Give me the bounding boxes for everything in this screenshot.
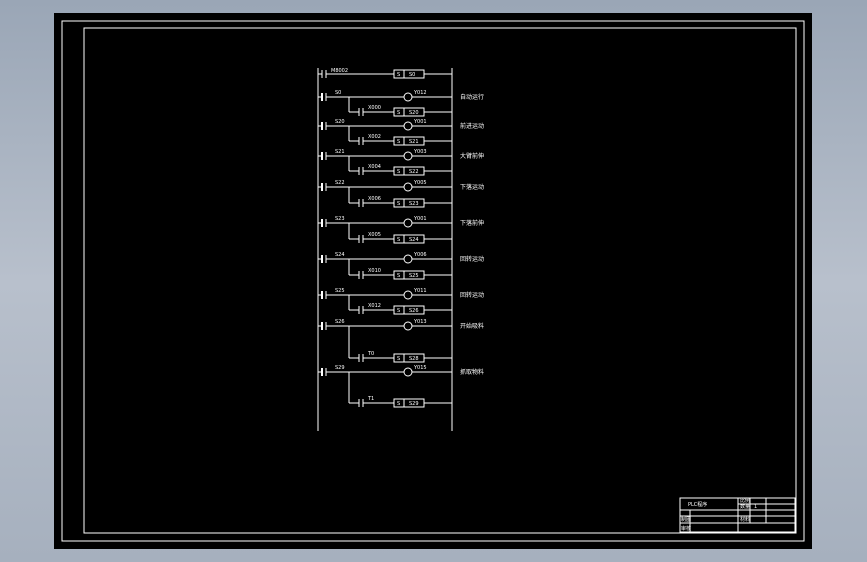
title-block-name: PLC程序	[688, 501, 707, 508]
ladder-program: M8002 S S0 S0 Y012 自动运行 X000 S S20 S20 Y001 前进运动 X00…	[317, 68, 484, 431]
title-block-cell-drafter: 制图	[681, 516, 691, 523]
rung-7-set-step: S26	[409, 308, 419, 314]
rung-9-set-set-letter: S	[397, 401, 400, 407]
rung-1-stl-bar-a	[321, 93, 323, 101]
rung-4-step-label: S22	[335, 180, 345, 186]
rung-9-step-label: S29	[335, 365, 345, 371]
rung-8-step-label: S26	[335, 319, 345, 325]
rung-5-coil	[403, 218, 413, 228]
rung-3-transition-label: X004	[368, 164, 381, 170]
title-block-cell-material: 材料	[740, 516, 750, 523]
rung-5-step-label: S23	[335, 216, 345, 222]
outer-frame	[61, 20, 805, 542]
rung-8-stl-bar-a	[321, 322, 323, 330]
rung-3-step-label: S21	[335, 149, 345, 155]
rung-7-comment: 回转运动	[460, 291, 484, 299]
rung-1-transition-label: X000	[368, 105, 381, 111]
rung-8-comment: 开始吸料	[460, 322, 484, 330]
rung-2-coil	[403, 121, 413, 131]
rung-2-transition-label: X002	[368, 134, 381, 140]
rung-8-set-step: S28	[409, 356, 419, 362]
rung-8-transition-label: T0	[367, 351, 374, 357]
rung-7-set-set-letter: S	[397, 308, 400, 314]
rung-6-comment: 回转运动	[460, 255, 484, 263]
rung-5-set-set-letter: S	[397, 237, 400, 243]
rung-4-coil	[403, 182, 413, 192]
rung-9-coil	[403, 367, 413, 377]
rung-4-set-set-letter: S	[397, 201, 400, 207]
rung-2-set-set-letter: S	[397, 139, 400, 145]
rung-7-coil	[403, 290, 413, 300]
rung-5-transition-label: X005	[368, 232, 381, 238]
rung-6-set-step: S25	[409, 273, 419, 279]
title-block-cell-checker: 审核	[681, 525, 691, 532]
rung-4-output-label: Y005	[413, 180, 427, 186]
rung-8-coil	[403, 321, 413, 331]
rung-2-output-label: Y001	[413, 119, 427, 125]
rung-7-step-label: S25	[335, 288, 345, 294]
rung-6-output-label: Y006	[413, 252, 427, 258]
rung-9-comment: 抓取物料	[460, 368, 484, 376]
rung-6-stl-bar-a	[321, 255, 323, 263]
rung-3-comment: 大臂前伸	[460, 152, 484, 160]
rung-2-step-label: S20	[335, 119, 345, 125]
rung-3-set-step: S22	[409, 169, 419, 175]
rung-6-transition-label: X010	[368, 268, 381, 274]
rung-9-set-step: S29	[409, 401, 419, 407]
rung-4-set-step: S23	[409, 201, 419, 207]
title-block-cell-qty: 数量	[740, 503, 750, 510]
rung-3-set-set-letter: S	[397, 169, 400, 175]
rung-3-stl-bar-a	[321, 152, 323, 160]
rung-1-step-label: S0	[335, 90, 341, 96]
rung-4-stl-bar-a	[321, 183, 323, 191]
rung-1-set-set-letter: S	[397, 110, 400, 116]
rung-2-set-step: S21	[409, 139, 419, 145]
rung-1-output-label: Y012	[413, 90, 427, 96]
rung-1-set-step: S20	[409, 110, 419, 116]
rung-2-comment: 前进运动	[460, 122, 484, 130]
rung-9-output-label: Y015	[413, 365, 427, 371]
title-block-cell-scale: 比例	[740, 497, 750, 504]
rung-5-stl-bar-a	[321, 219, 323, 227]
rung-9-transition-label: T1	[367, 396, 374, 402]
title-block-cell-scale-value: 1	[754, 504, 757, 510]
drawing-sheet: M8002 S S0 S0 Y012 自动运行 X000 S S20 S20 Y001 前进运动 X00…	[54, 13, 812, 549]
rung-4-transition-label: X006	[368, 196, 381, 202]
title-block: PLC程序 比例 1 数量 材料 制图 审核	[679, 497, 796, 533]
rung-7-output-label: Y011	[413, 288, 427, 294]
rung-5-comment: 下落前伸	[460, 219, 484, 227]
rung-6-step-label: S24	[335, 252, 345, 258]
rung-8-output-label: Y013	[413, 319, 427, 325]
rung-4-comment: 下落运动	[460, 183, 484, 191]
start-contact-label: M8002	[331, 68, 348, 74]
rung-1-comment: 自动运行	[460, 93, 484, 101]
rung-6-set-set-letter: S	[397, 273, 400, 279]
ladder-diagram: M8002 S S0 S0 Y012 自动运行 X000 S S20 S20 Y001 前进运动 X00…	[61, 20, 805, 542]
rung-8-set-set-letter: S	[397, 356, 400, 362]
rung-3-coil	[403, 151, 413, 161]
rung-2-stl-bar-a	[321, 122, 323, 130]
rung-1-coil	[403, 92, 413, 102]
rung-7-stl-bar-a	[321, 291, 323, 299]
rung-6-coil	[403, 254, 413, 264]
rung-7-transition-label: X012	[368, 303, 381, 309]
start-set-set-letter: S	[397, 72, 400, 78]
rung-5-output-label: Y001	[413, 216, 427, 222]
start-set-step: S0	[409, 72, 415, 78]
rung-3-output-label: Y003	[413, 149, 427, 155]
inner-frame	[83, 27, 797, 534]
rung-5-set-step: S24	[409, 237, 419, 243]
cad-viewport[interactable]: M8002 S S0 S0 Y012 自动运行 X000 S S20 S20 Y001 前进运动 X00…	[0, 0, 867, 562]
rung-9-stl-bar-a	[321, 368, 323, 376]
